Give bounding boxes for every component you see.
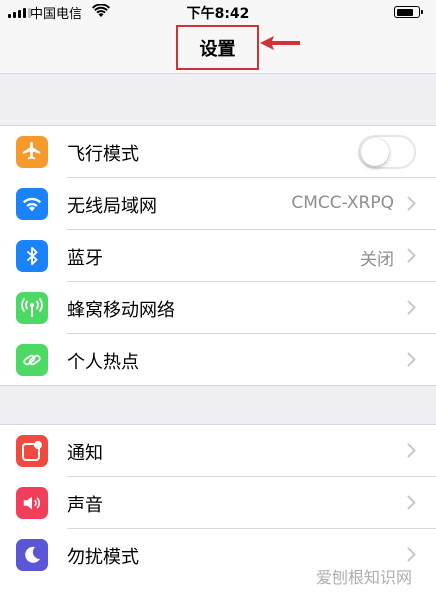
chevron-right-icon [407,495,416,514]
settings-row-label: 个人热点 [67,352,139,373]
settings-row-bluetooth[interactable]: 蓝牙 关闭 [0,230,436,282]
settings-row-label: 通知 [67,443,103,464]
settings-row-cellular[interactable]: 蜂窝移动网络 [0,282,436,334]
settings-row-label: 无线局域网 [67,196,157,217]
settings-row-label: 声音 [67,495,103,516]
chevron-right-icon [407,248,416,267]
settings-row-label: 勿扰模式 [67,547,139,568]
settings-row-hotspot[interactable]: 个人热点 [0,334,436,386]
settings-row-wifi[interactable]: 无线局域网 CMCC-XRPQ [0,178,436,230]
chevron-right-icon [407,300,416,319]
settings-row-label: 飞行模式 [67,144,139,165]
airplane-mode-toggle[interactable] [358,135,416,169]
notifications-icon [16,435,48,467]
chevron-right-icon [407,196,416,215]
hotspot-icon [16,344,48,376]
annotation-arrow-icon [260,36,300,50]
settings-row-sound[interactable]: 声音 [0,477,436,529]
settings-row-value: 关闭 [360,250,394,270]
chevron-right-icon [407,352,416,371]
watermark: 爱刨根知识网 [315,568,412,587]
settings-row-airplane[interactable]: 飞行模式 [0,126,436,178]
sound-icon [16,487,48,519]
settings-row-value: CMCC-XRPQ [291,193,394,213]
battery-level [396,8,413,16]
battery-icon [394,6,423,18]
wifi-icon [16,188,48,220]
airplane-icon [16,136,48,168]
settings-row-label: 蓝牙 [67,248,103,269]
status-time: 下午8:42 [186,6,250,22]
settings-row-notifications[interactable]: 通知 [0,425,436,477]
page-title: 设置 [199,39,236,60]
chevron-right-icon [407,443,416,462]
toggle-knob [361,138,389,166]
bluetooth-icon [16,240,48,272]
settings-group-connectivity: 飞行模式无线局域网 CMCC-XRPQ 蓝牙 关闭蜂窝移动网络 个人热点 [0,125,436,386]
moon-icon [16,539,48,571]
navigation-bar: 设置 [0,24,436,74]
cellular-icon [16,292,48,324]
settings-row-label: 蜂窝移动网络 [67,300,175,321]
status-bar: 中国电信 下午8:42 [0,0,436,24]
